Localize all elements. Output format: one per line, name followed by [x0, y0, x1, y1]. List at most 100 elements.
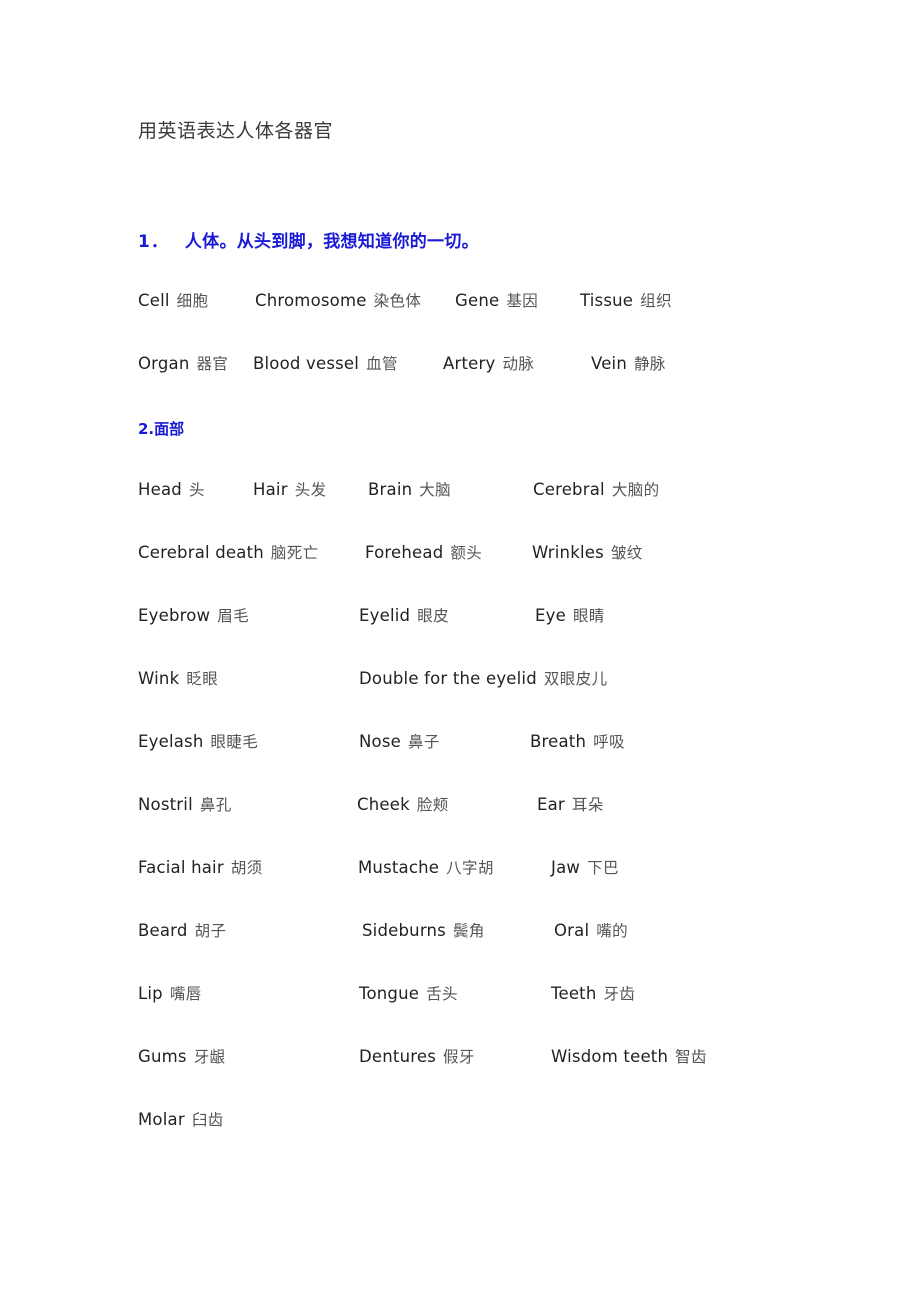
term-chinese: 鬓角 [452, 922, 485, 940]
vocabulary-term: Nose 鼻子 [359, 727, 440, 758]
term-english: Cerebral death [138, 543, 264, 562]
vocabulary-term: Gums 牙龈 [138, 1042, 226, 1073]
term-english: Eyelash [138, 732, 204, 751]
term-english: Dentures [359, 1047, 437, 1066]
vocabulary-row: Nostril 鼻孔 Cheek 脸颊 Ear 耳朵 [0, 790, 920, 820]
vocabulary-row: Organ 器官 Blood vessel 血管 Artery 动脉 Vein 静脉 [0, 349, 920, 379]
term-chinese: 眉毛 [217, 607, 250, 625]
vocabulary-term: Cerebral death 脑死亡 [138, 538, 319, 569]
vocabulary-term: Ear 耳朵 [537, 790, 604, 821]
term-chinese: 舌头 [426, 985, 458, 1003]
vocabulary-term: Tongue 舌头 [359, 979, 458, 1010]
vocabulary-term: Blood vessel 血管 [253, 349, 398, 380]
term-chinese: 下巴 [587, 859, 619, 877]
term-english: Head [138, 480, 182, 499]
term-english: Forehead [365, 543, 444, 562]
term-english: Ear [537, 795, 565, 814]
term-english: Jaw [551, 858, 581, 877]
term-chinese: 假牙 [443, 1048, 475, 1066]
vocabulary-row: Head 头 Hair 头发 Brain 大脑 Cerebral 大脑的 [0, 475, 920, 505]
vocabulary-term: Eye 眼睛 [535, 601, 605, 632]
term-english: Wrinkles [532, 543, 604, 562]
vocabulary-term: Gene 基因 [455, 286, 538, 317]
term-chinese: 组织 [640, 292, 672, 310]
term-chinese: 头发 [294, 481, 327, 499]
vocabulary-row: Cerebral death 脑死亡 Forehead 额头 Wrinkles 皱纹 [0, 538, 920, 568]
term-english: Molar [138, 1110, 185, 1129]
vocabulary-term: Facial hair 胡须 [138, 853, 263, 884]
term-english: Gums [138, 1047, 187, 1066]
vocabulary-term: Molar 臼齿 [138, 1105, 224, 1136]
term-chinese: 鼻孔 [199, 796, 232, 814]
term-chinese: 臼齿 [191, 1111, 224, 1129]
vocabulary-term: Dentures 假牙 [359, 1042, 475, 1073]
term-english: Eyebrow [138, 606, 211, 625]
section-number-1: 1． [138, 232, 169, 252]
term-english: Brain [368, 480, 413, 499]
term-english: Eye [535, 606, 566, 625]
term-english: Blood vessel [253, 354, 360, 373]
section-heading-2: 2.面部 [138, 418, 184, 439]
vocabulary-term: Head 头 [138, 475, 205, 506]
vocabulary-term: Teeth 牙齿 [551, 979, 635, 1010]
term-english: Cheek [357, 795, 410, 814]
vocabulary-term: Breath 呼吸 [530, 727, 625, 758]
vocabulary-row: Beard 胡子 Sideburns 鬓角 Oral 嘴的 [0, 916, 920, 946]
vocabulary-row: Eyelash 眼睫毛 Nose 鼻子 Breath 呼吸 [0, 727, 920, 757]
term-english: Oral [554, 921, 590, 940]
term-english: Mustache [358, 858, 440, 877]
term-chinese: 眼睫毛 [210, 733, 259, 751]
term-chinese: 染色体 [373, 292, 422, 310]
vocabulary-row: Gums 牙龈 Dentures 假牙 Wisdom teeth 智齿 [0, 1042, 920, 1072]
vocabulary-row: Eyebrow 眉毛 Eyelid 眼皮 Eye 眼睛 [0, 601, 920, 631]
vocabulary-row: Wink 眨眼 Double for the eyelid 双眼皮儿 [0, 664, 920, 694]
vocabulary-term: Cheek 脸颊 [357, 790, 449, 821]
term-english: Nose [359, 732, 401, 751]
term-english: Nostril [138, 795, 193, 814]
term-chinese: 基因 [506, 292, 539, 310]
vocabulary-term: Wisdom teeth 智齿 [551, 1042, 707, 1073]
vocabulary-term: Chromosome 染色体 [255, 286, 421, 317]
term-chinese: 血管 [366, 355, 398, 373]
vocabulary-term: Brain 大脑 [368, 475, 451, 506]
vocabulary-term: Cerebral 大脑的 [533, 475, 660, 506]
term-english: Beard [138, 921, 188, 940]
term-chinese: 牙齿 [603, 985, 636, 1003]
term-english: Eyelid [359, 606, 411, 625]
vocabulary-term: Eyelid 眼皮 [359, 601, 449, 632]
vocabulary-term: Eyebrow 眉毛 [138, 601, 249, 632]
term-english: Hair [253, 480, 288, 499]
term-english: Facial hair [138, 858, 224, 877]
term-chinese: 细胞 [176, 292, 209, 310]
term-chinese: 额头 [450, 544, 483, 562]
term-english: Wisdom teeth [551, 1047, 669, 1066]
term-chinese: 八字胡 [446, 859, 494, 877]
term-chinese: 头 [188, 481, 205, 499]
term-chinese: 嘴的 [596, 922, 629, 940]
page-title: 用英语表达人体各器官 [138, 120, 334, 142]
term-english: Double for the eyelid [359, 669, 537, 688]
term-english: Cell [138, 291, 170, 310]
term-english: Wink [138, 669, 180, 688]
vocabulary-term: Artery 动脉 [443, 349, 534, 380]
vocabulary-term: Jaw 下巴 [551, 853, 619, 884]
vocabulary-term: Cell 细胞 [138, 286, 208, 317]
vocabulary-term: Wink 眨眼 [138, 664, 218, 695]
vocabulary-term: Nostril 鼻孔 [138, 790, 232, 821]
term-english: Breath [530, 732, 587, 751]
vocabulary-term: Vein 静脉 [591, 349, 666, 380]
term-english: Organ [138, 354, 190, 373]
term-chinese: 鼻子 [408, 733, 440, 751]
term-english: Artery [443, 354, 496, 373]
term-chinese: 智齿 [675, 1048, 707, 1066]
vocabulary-row: Cell 细胞 Chromosome 染色体 Gene 基因 Tissue 组织 [0, 286, 920, 316]
term-chinese: 静脉 [634, 355, 666, 373]
vocabulary-term: Wrinkles 皱纹 [532, 538, 643, 569]
term-chinese: 动脉 [502, 355, 535, 373]
term-chinese: 脸颊 [416, 796, 449, 814]
term-chinese: 脑死亡 [270, 544, 319, 562]
term-english: Sideburns [362, 921, 446, 940]
section-title-2: 面部 [154, 420, 185, 438]
term-english: Lip [138, 984, 163, 1003]
term-english: Gene [455, 291, 500, 310]
